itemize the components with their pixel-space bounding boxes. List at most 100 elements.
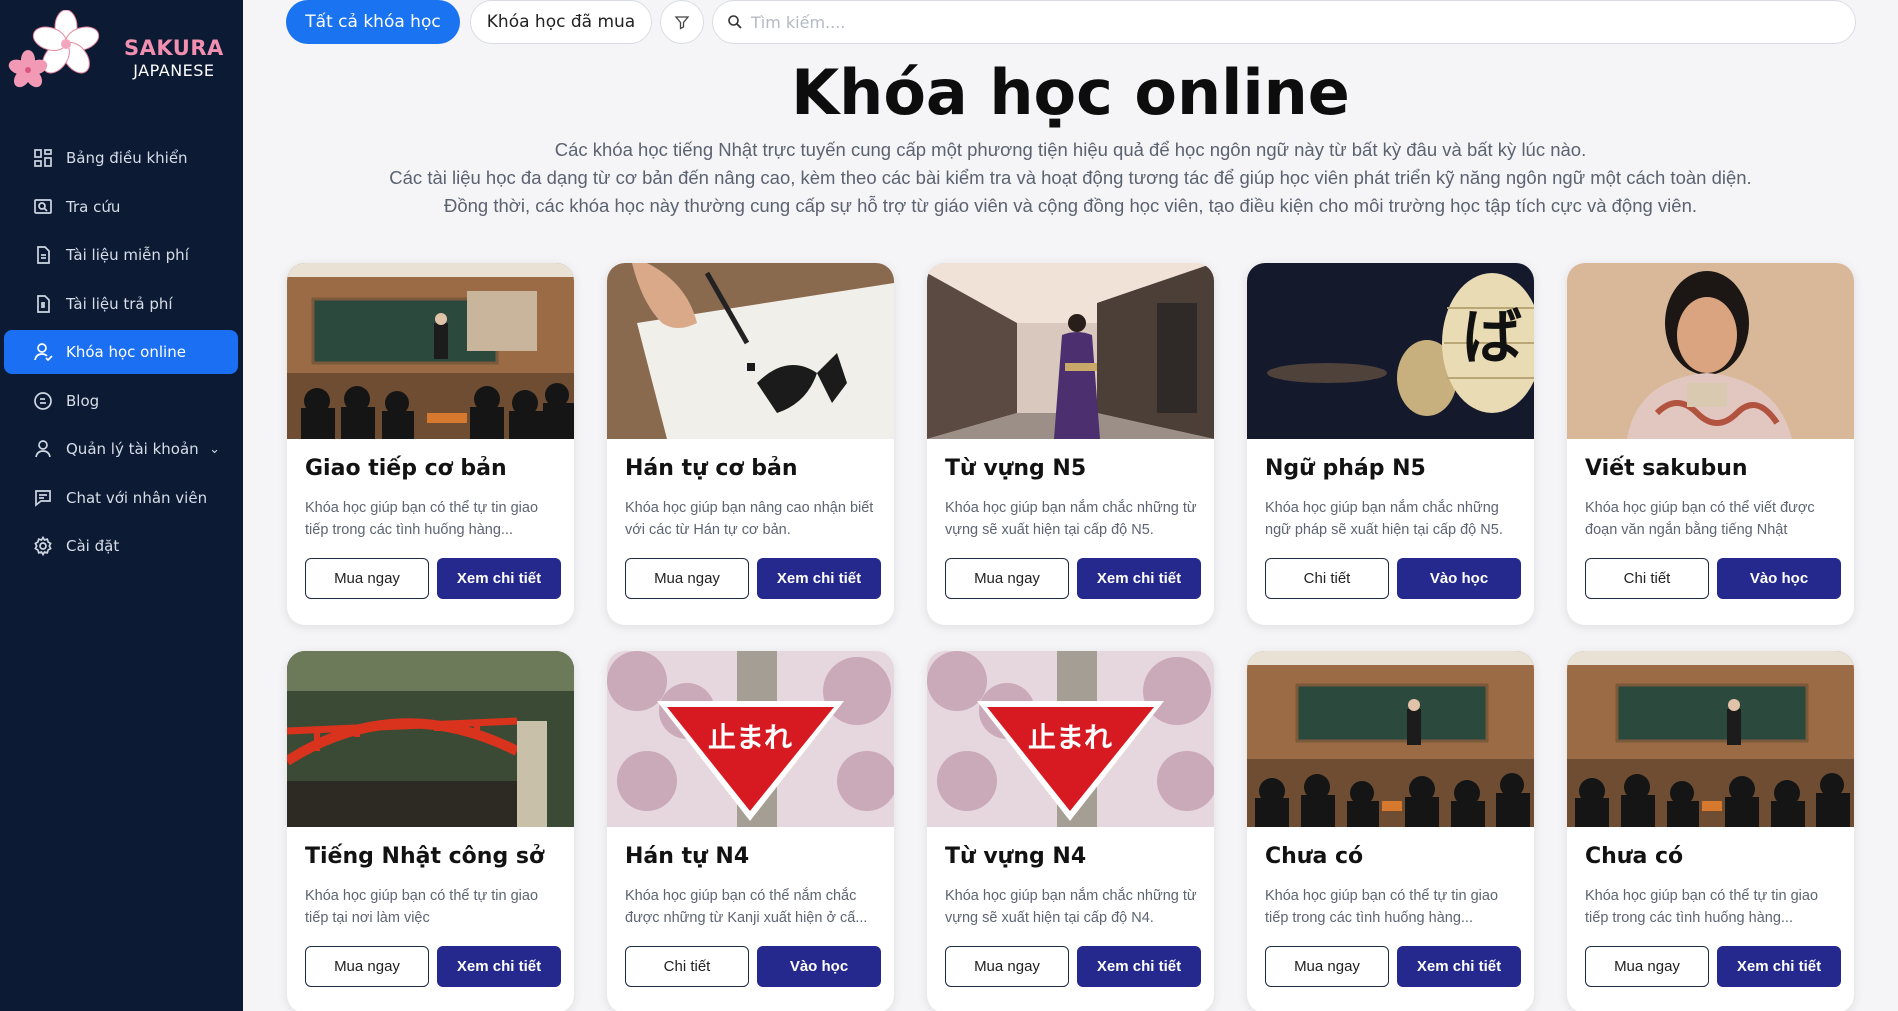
course-description: Khóa học giúp bạn có thể viết được đoạn … xyxy=(1585,500,1815,538)
view-details-button[interactable]: Xem chi tiết xyxy=(1077,946,1201,987)
buy-now-button[interactable]: Mua ngay xyxy=(1265,946,1389,987)
sidebar-nav: Bảng điều khiển Tra cứu Tài liệu miễn ph… xyxy=(4,136,238,573)
logo-subtitle: JAPANESE xyxy=(133,61,215,81)
filter-button[interactable] xyxy=(660,0,704,44)
description-line: Đồng thời, các khóa học này thường cung … xyxy=(443,195,1698,216)
paid-document-icon xyxy=(32,293,54,315)
sidebar-item-free-docs[interactable]: Tài liệu miễn phí xyxy=(4,233,238,277)
details-button[interactable]: Chi tiết xyxy=(625,946,749,987)
search-input[interactable] xyxy=(751,12,1851,32)
sidebar: SAKURA JAPANESE Bảng điều khiển Tra cứu … xyxy=(0,0,243,1011)
course-image: 止まれ xyxy=(927,651,1214,827)
course-image xyxy=(1567,263,1854,439)
search-icon xyxy=(728,15,742,29)
details-button[interactable]: Chi tiết xyxy=(1265,558,1389,599)
buy-now-button[interactable]: Mua ngay xyxy=(625,558,749,599)
chevron-down-icon[interactable]: ⌄ xyxy=(209,442,220,457)
sidebar-item-label: Khóa học online xyxy=(66,343,186,361)
tab-bought-courses[interactable]: Khóa học đã mua xyxy=(470,0,652,44)
page-title: Khóa học online xyxy=(791,56,1350,129)
settings-icon xyxy=(32,535,54,557)
course-title: Tiếng Nhật công sở xyxy=(305,844,545,869)
course-image xyxy=(287,651,574,827)
course-description: Khóa học giúp bạn nắm chắc những ngữ phá… xyxy=(1265,500,1503,538)
top-bar: Tất cả khóa học Khóa học đã mua xyxy=(286,0,1856,44)
course-user-icon xyxy=(32,341,54,363)
sidebar-item-paid-docs[interactable]: Tài liệu trả phí xyxy=(4,282,238,326)
course-card[interactable]: 止まれ Hán tự N4 Khóa học giúp bạn có thể n… xyxy=(607,651,894,1011)
course-title: Chưa có xyxy=(1265,844,1364,869)
course-description: Khóa học giúp bạn nắm chắc những từ vựng… xyxy=(945,888,1197,926)
view-details-button[interactable]: Xem chi tiết xyxy=(757,558,881,599)
blog-icon xyxy=(32,390,54,412)
course-card[interactable]: Hán tự cơ bản Khóa học giúp bạn nâng cao… xyxy=(607,263,894,625)
sakura-flower-logo-icon xyxy=(8,9,100,88)
course-image xyxy=(1247,651,1534,827)
course-card[interactable]: Giao tiếp cơ bản Khóa học giúp bạn có th… xyxy=(287,263,574,625)
course-title: Hán tự cơ bản xyxy=(625,456,798,481)
sidebar-item-settings[interactable]: Cài đặt xyxy=(4,524,238,568)
course-image xyxy=(607,263,894,439)
course-card[interactable]: Từ vựng N5 Khóa học giúp bạn nắm chắc nh… xyxy=(927,263,1214,625)
tab-all-courses[interactable]: Tất cả khóa học xyxy=(286,0,460,44)
course-description: Khóa học giúp bạn nắm chắc những từ vựng… xyxy=(945,500,1197,538)
view-details-button[interactable]: Xem chi tiết xyxy=(1397,946,1521,987)
buy-now-button[interactable]: Mua ngay xyxy=(305,946,429,987)
view-details-button[interactable]: Xem chi tiết xyxy=(1077,558,1201,599)
course-description: Khóa học giúp bạn nâng cao nhận biết với… xyxy=(625,500,874,538)
user-icon xyxy=(32,438,54,460)
logo-title: SAKURA xyxy=(124,36,224,60)
buy-now-button[interactable]: Mua ngay xyxy=(945,558,1069,599)
buy-now-button[interactable]: Mua ngay xyxy=(1585,946,1709,987)
course-title: Ngữ pháp N5 xyxy=(1265,456,1426,481)
sidebar-item-label: Quản lý tài khoản xyxy=(66,440,199,458)
course-title: Chưa có xyxy=(1585,844,1684,869)
course-card[interactable]: 止まれ Từ vựng N4 Khóa học giúp bạn nắm chắ… xyxy=(927,651,1214,1011)
sidebar-item-lookup[interactable]: Tra cứu xyxy=(4,185,238,229)
search-bar[interactable] xyxy=(712,0,1856,44)
course-card[interactable]: Chưa có Khóa học giúp bạn có thể tự tin … xyxy=(1247,651,1534,1011)
course-grid: Giao tiếp cơ bản Khóa học giúp bạn có th… xyxy=(287,263,1854,1011)
sidebar-item-label: Blog xyxy=(66,391,100,410)
start-learning-button[interactable]: Vào học xyxy=(1717,558,1841,599)
details-button[interactable]: Chi tiết xyxy=(1585,558,1709,599)
logo[interactable]: SAKURA JAPANESE xyxy=(8,9,238,100)
buy-now-button[interactable]: Mua ngay xyxy=(945,946,1069,987)
dashboard-icon xyxy=(32,147,54,169)
view-details-button[interactable]: Xem chi tiết xyxy=(437,946,561,987)
course-image: ば xyxy=(1247,263,1534,439)
course-card[interactable]: Tiếng Nhật công sở Khóa học giúp bạn có … xyxy=(287,651,574,1011)
course-image: 止まれ xyxy=(607,651,894,827)
page-description: Các khóa học tiếng Nhật trực tuyến cung … xyxy=(243,136,1898,220)
sidebar-item-blog[interactable]: Blog xyxy=(4,379,238,423)
course-title: Từ vựng N4 xyxy=(945,844,1087,869)
view-details-button[interactable]: Xem chi tiết xyxy=(437,558,561,599)
course-title: Viết sakubun xyxy=(1585,456,1748,481)
view-details-button[interactable]: Xem chi tiết xyxy=(1717,946,1841,987)
sidebar-item-label: Tra cứu xyxy=(66,197,121,216)
sidebar-item-online-courses[interactable]: Khóa học online xyxy=(4,330,238,374)
stop-sign-text: 止まれ xyxy=(1028,721,1112,754)
lookup-icon xyxy=(32,196,54,218)
sidebar-item-label: Chat với nhân viên xyxy=(66,488,208,507)
course-image xyxy=(927,263,1214,439)
course-card[interactable]: Viết sakubun Khóa học giúp bạn có thể vi… xyxy=(1567,263,1854,625)
buy-now-button[interactable]: Mua ngay xyxy=(305,558,429,599)
sidebar-item-dashboard[interactable]: Bảng điều khiển xyxy=(4,136,238,180)
start-learning-button[interactable]: Vào học xyxy=(1397,558,1521,599)
course-description: Khóa học giúp bạn có thể tự tin giao tiế… xyxy=(305,500,539,538)
course-description: Khóa học giúp bạn có thể tự tin giao tiế… xyxy=(1265,888,1499,926)
sidebar-item-account[interactable]: Quản lý tài khoản ⌄ xyxy=(4,427,238,471)
document-icon xyxy=(32,244,54,266)
sidebar-item-chat[interactable]: Chat với nhân viên xyxy=(4,476,238,520)
description-line: Các tài liệu học đa dạng từ cơ bản đến n… xyxy=(389,167,1752,188)
course-card[interactable]: Chưa có Khóa học giúp bạn có thể tự tin … xyxy=(1567,651,1854,1011)
sidebar-item-label: Tài liệu miễn phí xyxy=(66,246,189,264)
course-description: Khóa học giúp bạn có thể nắm chắc được n… xyxy=(625,888,868,926)
start-learning-button[interactable]: Vào học xyxy=(757,946,881,987)
sidebar-item-label: Tài liệu trả phí xyxy=(66,294,173,313)
course-card[interactable]: ば Ngữ pháp N5 Khóa học giúp bạn nắm chắc… xyxy=(1247,263,1534,625)
sidebar-item-label: Cài đặt xyxy=(66,537,120,555)
course-description: Khóa học giúp bạn có thể tự tin giao tiế… xyxy=(1585,888,1819,926)
course-title: Từ vựng N5 xyxy=(945,456,1087,481)
